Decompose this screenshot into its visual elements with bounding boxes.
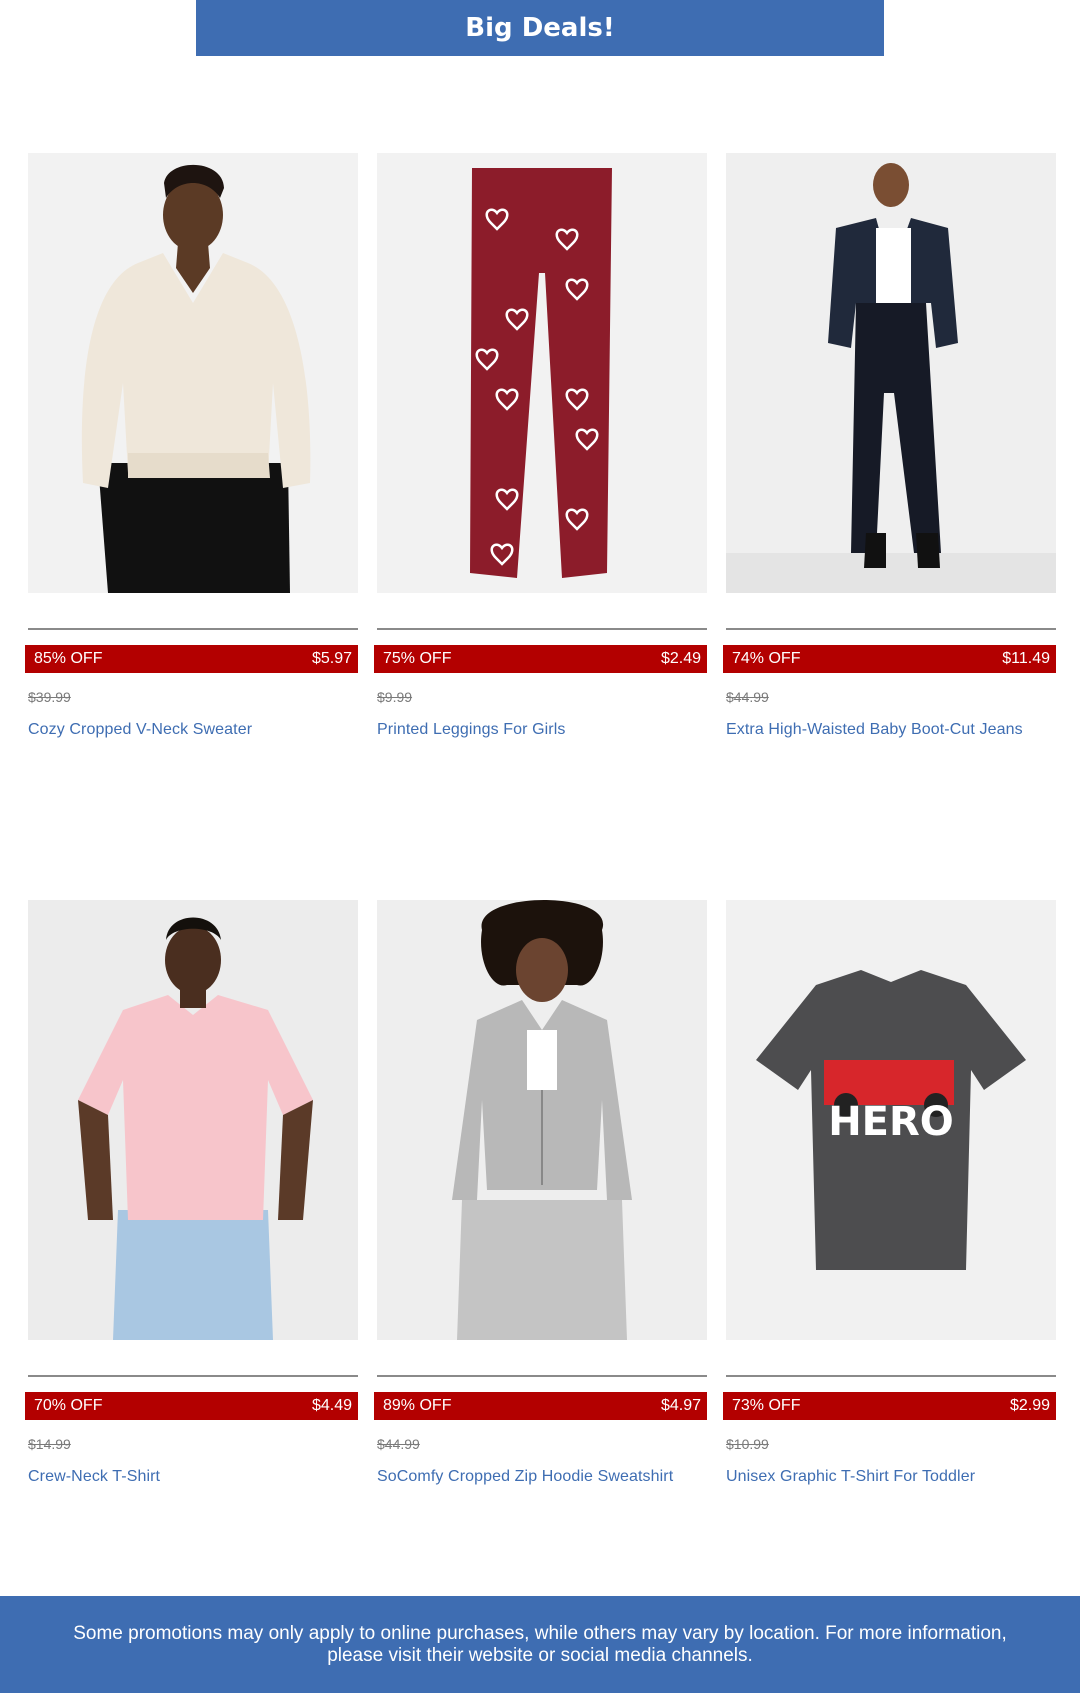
discount-label: 75% OFF [383, 650, 452, 667]
sale-price: $4.97 [660, 1397, 701, 1414]
sale-price: $2.49 [660, 650, 701, 667]
discount-label: 73% OFF [732, 1397, 801, 1414]
disclaimer-line-2: please visit their website or social med… [327, 1645, 753, 1666]
product-card[interactable]: 85% OFF $5.97 $39.99 Cozy Cropped V-Neck… [25, 153, 358, 738]
product-name-link[interactable]: Printed Leggings For Girls [377, 721, 565, 739]
product-card[interactable]: 75% OFF $2.49 $9.99 Printed Leggings For… [374, 153, 707, 738]
product-name-link[interactable]: Cozy Cropped V-Neck Sweater [28, 721, 252, 739]
product-card[interactable]: 70% OFF $4.49 $14.99 Crew-Neck T-Shirt [25, 900, 358, 1485]
shirt-graphic-text: HERO [828, 1099, 954, 1145]
product-image[interactable] [28, 153, 358, 593]
product-name-link[interactable]: Unisex Graphic T-Shirt For Toddler [726, 1468, 975, 1486]
sale-price: $2.99 [1009, 1397, 1050, 1414]
sale-price: $4.49 [311, 1397, 352, 1414]
product-image[interactable] [377, 153, 707, 593]
original-price: $39.99 [28, 689, 71, 705]
original-price: $10.99 [726, 1436, 769, 1452]
disclaimer-line-1: Some promotions may only apply to online… [73, 1623, 1007, 1644]
deal-bar: 70% OFF $4.49 [25, 1392, 358, 1420]
divider [726, 1375, 1056, 1377]
deal-bar: 85% OFF $5.97 [25, 645, 358, 673]
original-price: $14.99 [28, 1436, 71, 1452]
deal-bar: 75% OFF $2.49 [374, 645, 707, 673]
original-price: $44.99 [377, 1436, 420, 1452]
product-image[interactable] [726, 153, 1056, 593]
product-image[interactable] [377, 900, 707, 1340]
divider [377, 1375, 707, 1377]
discount-label: 89% OFF [383, 1397, 452, 1414]
disclaimer-footer: Some promotions may only apply to online… [0, 1596, 1080, 1693]
sale-price: $11.49 [1002, 650, 1050, 667]
banner-title: Big Deals! [465, 13, 615, 43]
sale-price: $5.97 [311, 650, 352, 667]
deal-bar: 74% OFF $11.49 [723, 645, 1056, 673]
discount-label: 74% OFF [732, 650, 801, 667]
product-card[interactable]: 89% OFF $4.97 $44.99 SoComfy Cropped Zip… [374, 900, 707, 1485]
discount-label: 70% OFF [34, 1397, 103, 1414]
deal-bar: 73% OFF $2.99 [723, 1392, 1056, 1420]
product-image[interactable] [28, 900, 358, 1340]
product-card[interactable]: 74% OFF $11.49 $44.99 Extra High-Waisted… [723, 153, 1056, 738]
product-name-link[interactable]: Extra High-Waisted Baby Boot-Cut Jeans [726, 721, 1023, 739]
divider [28, 1375, 358, 1377]
product-name-link[interactable]: SoComfy Cropped Zip Hoodie Sweatshirt [377, 1468, 673, 1486]
divider [28, 628, 358, 630]
deal-bar: 89% OFF $4.97 [374, 1392, 707, 1420]
original-price: $44.99 [726, 689, 769, 705]
discount-label: 85% OFF [34, 650, 103, 667]
divider [726, 628, 1056, 630]
product-image[interactable]: HERO [726, 900, 1056, 1340]
original-price: $9.99 [377, 689, 413, 705]
divider [377, 628, 707, 630]
product-name-link[interactable]: Crew-Neck T-Shirt [28, 1468, 160, 1486]
product-card[interactable]: HERO 73% OFF $2.99 $10.99 Unisex Graphic… [723, 900, 1056, 1485]
big-deals-banner: Big Deals! [196, 0, 884, 56]
